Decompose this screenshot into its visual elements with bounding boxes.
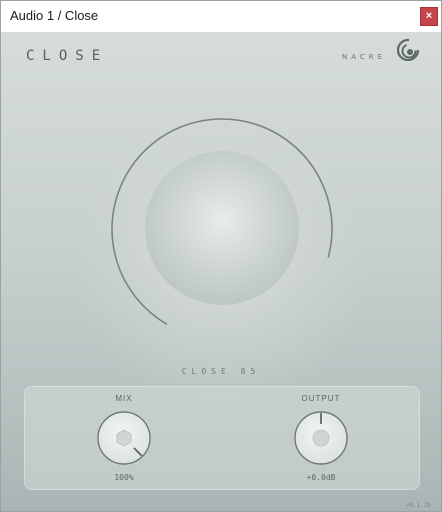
version-label: v0.1.2b xyxy=(405,502,431,509)
close-window-button[interactable]: × xyxy=(420,7,438,26)
plugin-panel: CLOSE NACRE CLOSE 85 MIX 100% OUTPUT +0.… xyxy=(1,32,441,511)
mix-label: MIX xyxy=(115,394,133,403)
controls-panel: MIX 100% OUTPUT +0.0dB xyxy=(24,386,420,490)
window-title: Audio 1 / Close xyxy=(10,8,99,23)
nacre-logo-icon xyxy=(397,39,419,61)
close-dial-knob[interactable] xyxy=(145,151,299,305)
param-readout: CLOSE 85 xyxy=(181,367,261,376)
title-bar[interactable]: Audio 1 / Close × xyxy=(1,1,441,32)
brand-name: NACRE xyxy=(342,53,387,61)
mix-value: 100% xyxy=(114,473,134,482)
plugin-name: CLOSE xyxy=(26,48,109,64)
mix-knob[interactable] xyxy=(96,410,152,466)
plugin-window: Audio 1 / Close × CLOSE NACRE CLOSE 85 M… xyxy=(0,0,442,512)
output-value: +0.0dB xyxy=(306,473,336,482)
output-knob[interactable] xyxy=(293,410,349,466)
output-label: OUTPUT xyxy=(301,394,341,403)
